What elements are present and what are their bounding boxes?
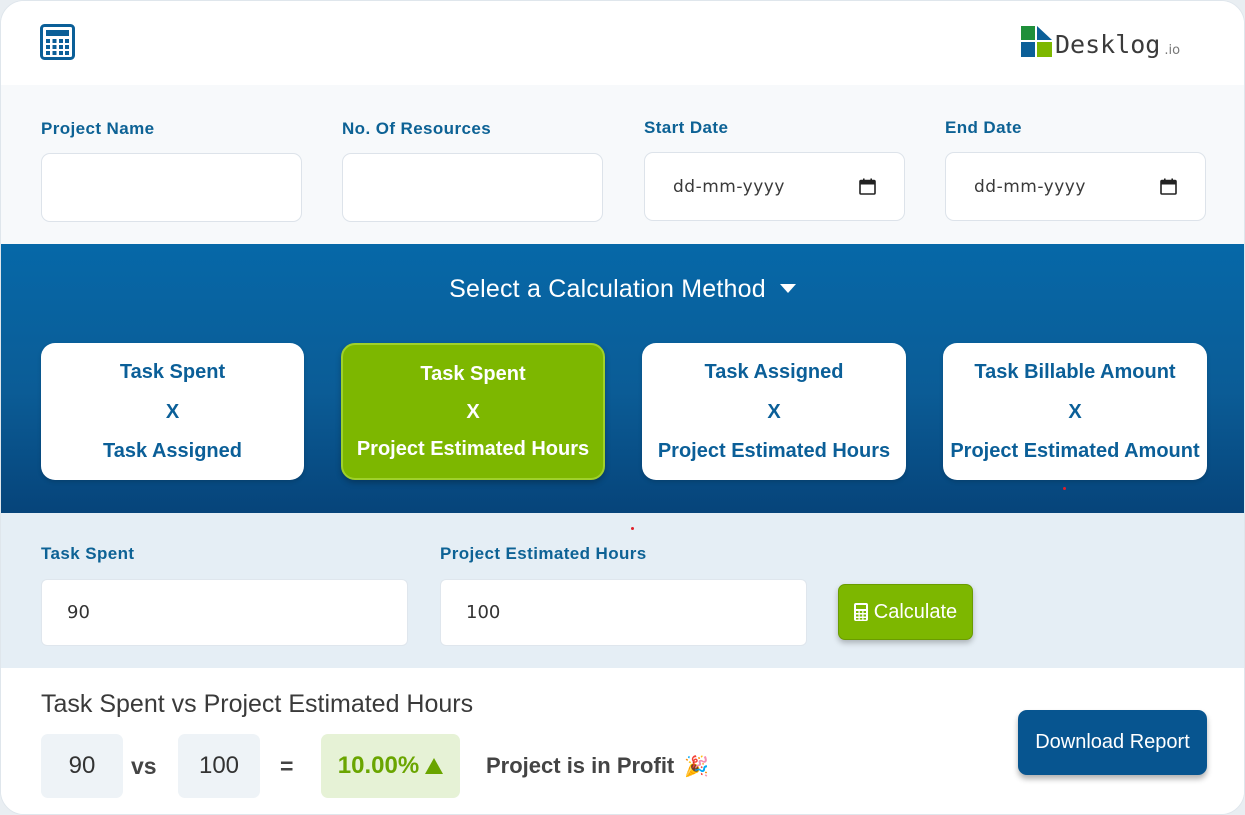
result-section: Task Spent vs Project Estimated Hours 90… <box>1 668 1244 814</box>
project-name-input[interactable] <box>41 153 302 222</box>
calculator-icon <box>853 603 868 621</box>
task-spent-label: Task Spent <box>41 544 135 563</box>
party-popper-icon: 🎉 <box>684 755 710 778</box>
calculate-button[interactable]: Calculate <box>838 584 973 640</box>
caret-down-icon <box>779 283 796 293</box>
method-option-billable-vs-amount[interactable]: Task Billable Amount X Project Estimated… <box>943 343 1207 480</box>
task-spent-value: 90 <box>67 602 90 623</box>
method-option-assigned-vs-estimated[interactable]: Task Assigned X Project Estimated Hours <box>642 343 906 480</box>
start-date-label: Start Date <box>644 118 729 137</box>
method-option-bottom: Project Estimated Hours <box>356 438 590 460</box>
calculator-icon <box>40 24 75 60</box>
download-report-button[interactable]: Download Report <box>1018 710 1207 775</box>
end-date-input[interactable]: dd-mm-yyyy <box>945 152 1206 221</box>
logo-mark-icon <box>1021 26 1052 57</box>
method-option-bottom: Task Assigned <box>103 440 242 462</box>
method-dropdown[interactable]: Select a Calculation Method <box>1 275 1244 304</box>
end-date-field: End Date dd-mm-yyyy <box>945 118 1206 221</box>
method-option-top: Task Billable Amount <box>974 361 1176 383</box>
calculator-card: Desklog .io Project Name No. Of Resource… <box>0 0 1245 815</box>
logo-suffix: .io <box>1164 43 1181 58</box>
start-date-input[interactable]: dd-mm-yyyy <box>644 152 905 221</box>
method-option-bottom: Project Estimated Amount <box>950 440 1200 462</box>
project-name-field: Project Name <box>41 119 302 222</box>
result-left-value: 90 <box>41 734 123 798</box>
start-date-placeholder: dd-mm-yyyy <box>673 176 785 197</box>
estimated-hours-label: Project Estimated Hours <box>440 544 647 563</box>
marker-dot <box>1063 487 1066 490</box>
method-option-top: Task Spent <box>119 361 226 383</box>
equals-label: = <box>280 752 294 779</box>
desklog-logo[interactable]: Desklog .io <box>1021 24 1180 60</box>
resources-field: No. Of Resources <box>342 119 603 222</box>
method-option-op: X <box>767 400 781 423</box>
method-option-spent-vs-estimated[interactable]: Task Spent X Project Estimated Hours <box>341 343 605 480</box>
profit-status: Project is in Profit 🎉 <box>486 734 709 798</box>
result-right-value: 100 <box>178 734 260 798</box>
method-option-top: Task Spent <box>420 363 526 385</box>
method-option-spent-vs-assigned[interactable]: Task Spent X Task Assigned <box>41 343 304 480</box>
download-report-label: Download Report <box>1035 731 1190 753</box>
header: Desklog .io <box>1 1 1244 85</box>
end-date-label: End Date <box>945 118 1022 137</box>
triangle-up-icon <box>425 758 444 774</box>
calendar-icon[interactable] <box>1160 178 1177 195</box>
start-date-field: Start Date dd-mm-yyyy <box>644 118 905 221</box>
estimated-hours-input[interactable]: 100 <box>440 579 807 646</box>
profit-status-text: Project is in Profit <box>486 753 675 778</box>
result-percentage: 10.00% <box>321 734 460 798</box>
method-title: Select a Calculation Method <box>449 275 766 303</box>
logo-text: Desklog <box>1055 30 1161 59</box>
method-option-op: X <box>466 400 480 423</box>
calculate-label: Calculate <box>873 600 958 623</box>
calendar-icon[interactable] <box>859 178 876 195</box>
estimated-hours-value: 100 <box>466 602 501 623</box>
method-option-top: Task Assigned <box>704 361 844 383</box>
end-date-placeholder: dd-mm-yyyy <box>974 176 1086 197</box>
marker-dot <box>631 527 634 530</box>
task-spent-input[interactable]: 90 <box>41 579 408 646</box>
method-option-op: X <box>165 400 180 423</box>
project-info-section: Project Name No. Of Resources Start Date… <box>1 85 1244 244</box>
calculation-inputs-section: Task Spent 90 Project Estimated Hours 10… <box>1 513 1244 668</box>
vs-label: vs <box>131 752 157 779</box>
percentage-value: 10.00% <box>337 752 420 779</box>
method-option-op: X <box>1068 400 1082 423</box>
project-name-label: Project Name <box>41 119 155 138</box>
calculation-method-section: Select a Calculation Method Task Spent X… <box>1 244 1244 513</box>
method-option-bottom: Project Estimated Hours <box>657 440 891 462</box>
resources-label: No. Of Resources <box>342 119 492 138</box>
resources-input[interactable] <box>342 153 603 222</box>
result-title: Task Spent vs Project Estimated Hours <box>41 690 474 718</box>
